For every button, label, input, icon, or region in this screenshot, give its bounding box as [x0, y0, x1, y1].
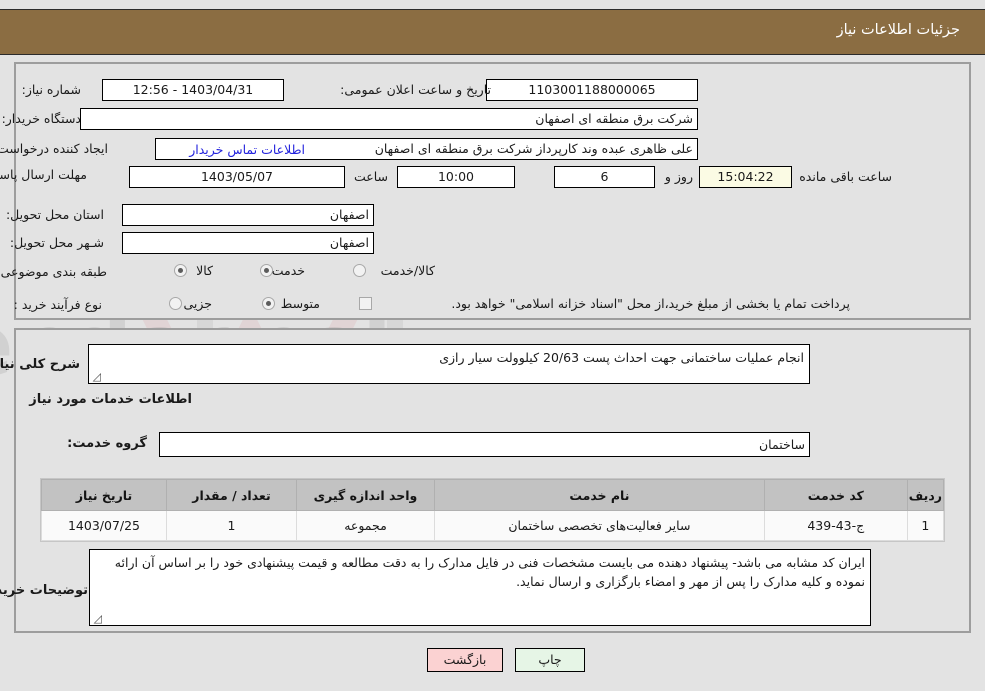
- category-label: طبقه بندی موضوعی:: [0, 264, 107, 279]
- announce-datetime-field[interactable]: 1403/04/31 - 12:56: [102, 79, 284, 101]
- back-button[interactable]: بازگشت: [427, 648, 503, 672]
- buyer-notes-textarea[interactable]: ایران کد مشابه می باشد- پیشنهاد دهنده می…: [89, 549, 871, 626]
- cell-service-name: سایر فعالیت‌های تخصصی ساختمان: [434, 510, 765, 541]
- col-row-no: ردیف: [906, 479, 945, 511]
- cell-need-date: 1403/07/25: [41, 510, 167, 541]
- col-service-code: کد خدمت: [763, 479, 908, 511]
- table-header-row: ردیف کد خدمت نام خدمت واحد اندازه گیری ت…: [41, 479, 945, 511]
- buyer-contact-link[interactable]: اطلاعات تماس خریدار: [189, 142, 305, 157]
- category-radio-kala-khedmat[interactable]: [353, 264, 366, 277]
- process-radio-jozei-label: جزیی: [183, 296, 212, 311]
- services-table: ردیف کد خدمت نام خدمت واحد اندازه گیری ت…: [41, 479, 945, 541]
- services-section-title: اطلاعات خدمات مورد نیاز: [29, 392, 192, 407]
- announce-datetime-label: تاریخ و ساعت اعلان عمومی:: [340, 82, 491, 97]
- col-quantity: تعداد / مقدار: [166, 479, 297, 511]
- category-radio-kala[interactable]: [174, 264, 187, 277]
- process-radio-motavaset[interactable]: [262, 297, 275, 310]
- treasury-bond-checkbox-label: پرداخت تمام یا بخشی از مبلغ خرید،از محل …: [451, 296, 850, 311]
- col-unit: واحد اندازه گیری: [296, 479, 435, 511]
- deadline-label: مهلت ارسال پاسخ: تا تاریخ:: [0, 167, 87, 182]
- need-desc-text: انجام عملیات ساختمانی جهت احداث پست 20/6…: [439, 350, 804, 365]
- print-button[interactable]: چاپ: [515, 648, 585, 672]
- need-number-label: شماره نیاز:: [21, 82, 81, 97]
- remaining-suffix-label: ساعت باقی مانده: [799, 169, 892, 184]
- process-radio-jozei[interactable]: [169, 297, 182, 310]
- col-need-date: تاریخ نیاز: [41, 479, 167, 511]
- resize-handle-icon-notes[interactable]: ◿: [92, 613, 102, 624]
- need-desc-textarea[interactable]: انجام عملیات ساختمانی جهت احداث پست 20/6…: [88, 344, 810, 384]
- cell-row-no: 1: [906, 510, 945, 541]
- services-table-wrapper: ردیف کد خدمت نام خدمت واحد اندازه گیری ت…: [40, 478, 945, 542]
- buyer-notes-label: توضیحات خریدار:: [0, 583, 88, 598]
- deadline-time-field[interactable]: 10:00: [397, 166, 515, 188]
- city-field[interactable]: اصفهان: [122, 232, 374, 254]
- deadline-date-field[interactable]: 1403/05/07: [129, 166, 345, 188]
- process-label: نوع فرآیند خرید :: [13, 297, 102, 312]
- resize-handle-icon[interactable]: ◿: [91, 371, 101, 382]
- page-title: جزئیات اطلاعات نیاز: [836, 22, 960, 38]
- cell-unit: مجموعه: [296, 510, 435, 541]
- treasury-bond-checkbox[interactable]: [359, 297, 372, 310]
- province-field[interactable]: اصفهان: [122, 204, 374, 226]
- remaining-days-label: روز و: [664, 169, 693, 184]
- cell-quantity: 1: [166, 510, 297, 541]
- buyer-org-field[interactable]: شرکت برق منطقه ای اصفهان: [80, 108, 698, 130]
- province-label: استان محل تحویل:: [5, 207, 104, 222]
- category-radio-kala-label: کالا: [196, 263, 213, 278]
- page-root: AriaTender.net جزئیات اطلاعات نیاز شماره…: [0, 0, 985, 691]
- need-desc-label: شرح کلی نیاز:: [0, 357, 80, 372]
- deadline-time-label: ساعت: [353, 169, 388, 184]
- category-radio-khedmat-label: خدمت: [271, 263, 305, 278]
- table-row[interactable]: 1 ج-43-439 سایر فعالیت‌های تخصصی ساختمان…: [41, 510, 945, 541]
- remaining-clock-field: 15:04:22: [699, 166, 792, 188]
- service-group-label: گروه خدمت:: [67, 436, 147, 451]
- requester-label: ایجاد کننده درخواست:: [0, 141, 108, 156]
- service-group-field[interactable]: ساختمان: [159, 432, 810, 457]
- need-number-field[interactable]: 1103001188000065: [486, 79, 698, 101]
- buyer-notes-text: ایران کد مشابه می باشد- پیشنهاد دهنده می…: [114, 555, 865, 589]
- col-service-name: نام خدمت: [434, 479, 765, 511]
- remaining-days-field[interactable]: 6: [554, 166, 655, 188]
- city-label: شـهر محل تحویل:: [9, 235, 104, 250]
- page-header-bar: جزئیات اطلاعات نیاز: [0, 9, 985, 55]
- cell-service-code: ج-43-439: [763, 510, 908, 541]
- category-radio-kala-khedmat-label: کالا/خدمت: [380, 263, 435, 278]
- process-radio-motavaset-label: متوسط: [280, 296, 320, 311]
